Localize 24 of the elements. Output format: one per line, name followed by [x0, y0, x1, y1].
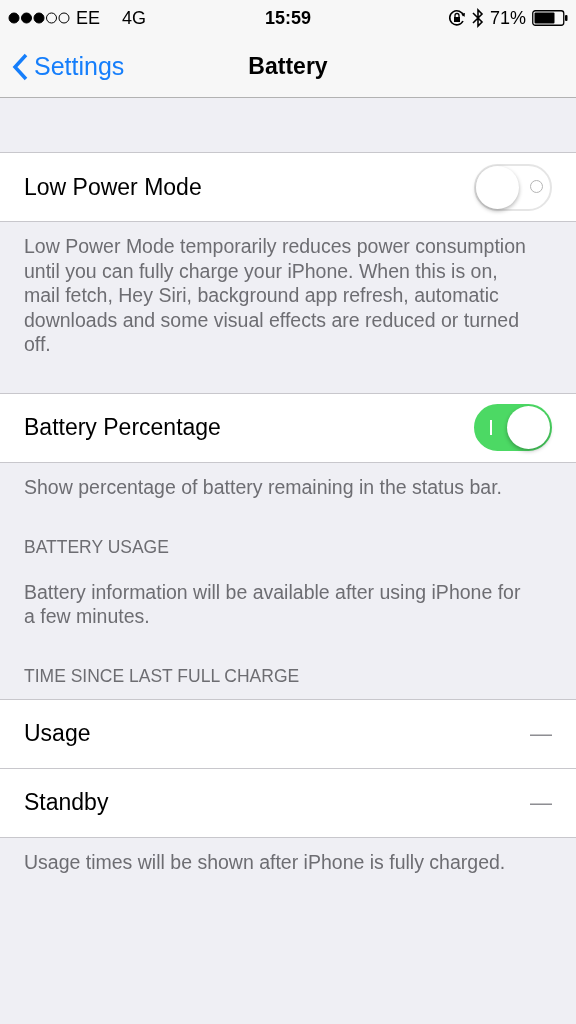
network-type: 4G: [122, 7, 147, 29]
section-header: TIME SINCE LAST FULL CHARGE: [23, 664, 301, 687]
page-title: Battery: [248, 53, 328, 80]
battery-icon: [532, 10, 568, 26]
row-value: —: [530, 720, 552, 747]
status-time: 15:59: [265, 7, 312, 29]
row-label: Low Power Mode: [24, 173, 202, 201]
battery-percentage: 71%: [490, 7, 526, 29]
bluetooth-icon: [472, 8, 484, 28]
signal-icon: [8, 12, 70, 24]
row-value: —: [530, 789, 552, 816]
section-footer: Battery information will be available after using iPhone for a few minutes.: [0, 569, 576, 629]
carrier-name: EE: [76, 7, 100, 29]
section-header: BATTERY USAGE: [23, 535, 170, 558]
section-footer: Low Power Mode temporarily reduces power consumption until you can fully charge your iPhone. When this is on, mail fetch, Hey Siri, background app refresh, automatic downloads and some visual effects are reduced or turned off.: [0, 222, 576, 357]
row-label: Battery Percentage: [24, 414, 221, 442]
section-footer: Show percentage of battery remaining in the status bar.: [0, 462, 576, 500]
section-footer: Usage times will be shown after iPhone is fully charged.: [0, 837, 576, 875]
rotation-lock-icon: [448, 9, 466, 27]
row-label: Standby: [24, 789, 109, 817]
toggle-switch[interactable]: [474, 404, 552, 452]
chevron-left-icon: [12, 52, 28, 81]
row-label: Usage: [24, 720, 91, 748]
back-button[interactable]: Settings: [0, 51, 131, 82]
